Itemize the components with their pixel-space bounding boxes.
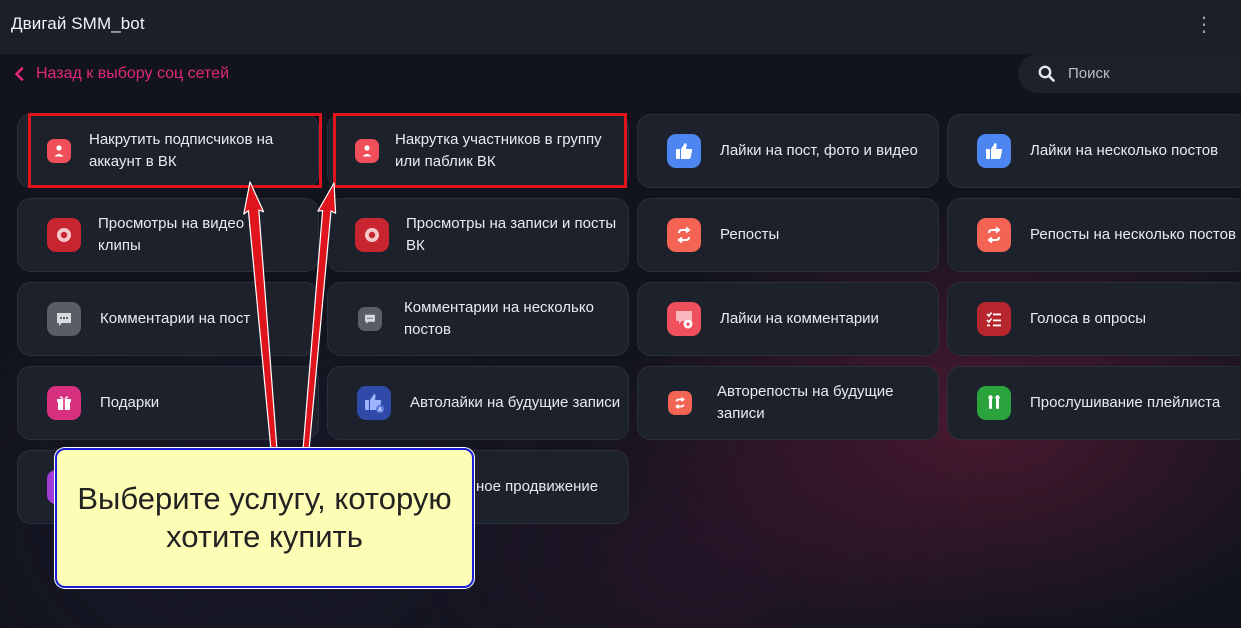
service-label: Комментарии на пост: [100, 310, 251, 327]
service-label: Автолайки на будущие записи: [410, 394, 621, 411]
poll-icon: [977, 302, 1011, 336]
service-label: Комментарии на несколько: [404, 299, 594, 316]
back-link[interactable]: Назад к выбору соц сетей: [14, 62, 229, 86]
chevron-left-icon: [14, 66, 28, 82]
service-label-line2: записи: [717, 405, 765, 422]
instruction-callout: Выберите услугу, которую хотите купить: [55, 448, 474, 588]
service-label: Лайки на пост, фото и видео: [720, 142, 918, 159]
eye-icon: [355, 218, 389, 252]
service-card-auto-reposts[interactable]: Авторепосты на будущие записи: [637, 366, 939, 440]
user-icon: [47, 139, 71, 163]
callout-text: Выберите услугу, которую хотите купить: [77, 481, 452, 554]
service-card-gifts[interactable]: Подарки: [17, 366, 319, 440]
search-input[interactable]: [1068, 65, 1218, 82]
auto-like-icon: A: [357, 386, 391, 420]
service-card-playlist-listens[interactable]: Прослушивание плейлиста: [947, 366, 1241, 440]
comment-icon: [358, 307, 382, 331]
service-label-line2: клипы: [98, 237, 141, 254]
service-label: Репосты на несколько постов: [1030, 226, 1236, 243]
comment-like-icon: [667, 302, 701, 336]
more-vertical-icon[interactable]: ⋮: [1192, 12, 1216, 38]
service-label-line2: постов: [404, 321, 451, 338]
eye-icon: [47, 218, 81, 252]
service-label: Голоса в опросы: [1030, 310, 1146, 327]
service-label-line2: ВК: [406, 237, 425, 254]
service-label: Накрутка участников в группу: [395, 131, 602, 148]
headphones-icon: [977, 386, 1011, 420]
service-label: Лайки на несколько постов: [1030, 142, 1219, 159]
service-label: Накрутить подписчиков на: [89, 131, 274, 148]
service-label: Подарки: [100, 394, 160, 411]
service-card-video-views[interactable]: Просмотры на видео и клипы: [17, 198, 319, 272]
back-link-label: Назад к выбору соц сетей: [36, 65, 229, 82]
repost-icon: [667, 218, 701, 252]
search-box[interactable]: [1018, 54, 1241, 93]
search-icon: [1038, 65, 1056, 83]
service-label: Репосты: [720, 226, 780, 243]
top-bar: Двигай SMM_bot ⋮: [0, 0, 1241, 54]
service-label: Прослушивание плейлиста: [1030, 394, 1221, 411]
service-label: Лайки на комментарии: [720, 310, 879, 327]
auto-repost-icon: [668, 391, 692, 415]
service-card-poll-votes[interactable]: Голоса в опросы: [947, 282, 1241, 356]
service-card-reposts[interactable]: Репосты: [637, 198, 939, 272]
service-label: Авторепосты на будущие: [717, 383, 894, 400]
service-label: ное продвижение: [476, 478, 599, 495]
service-card-likes-post[interactable]: Лайки на пост, фото и видео: [637, 114, 939, 188]
service-label-line2: или паблик ВК: [395, 153, 496, 170]
service-card-post-views[interactable]: Просмотры на записи и посты ВК: [327, 198, 629, 272]
comment-icon: [47, 302, 81, 336]
thumbs-up-icon: [977, 134, 1011, 168]
service-card-vk-group-members[interactable]: Накрутка участников в группу или паблик В…: [327, 114, 629, 188]
service-card-comments[interactable]: Комментарии на пост: [17, 282, 319, 356]
service-card-vk-subscribers[interactable]: Накрутить подписчиков на аккаунт в ВК: [17, 114, 319, 188]
service-card-reposts-multiple[interactable]: Репосты на несколько постов: [947, 198, 1241, 272]
service-label: Просмотры на видео и: [98, 215, 257, 232]
service-card-auto-likes[interactable]: A Автолайки на будущие записи: [327, 366, 629, 440]
service-card-likes-multiple[interactable]: Лайки на несколько постов: [947, 114, 1241, 188]
service-label-line2: аккаунт в ВК: [89, 153, 177, 170]
gift-icon: [47, 386, 81, 420]
user-icon: [355, 139, 379, 163]
app-title: Двигай SMM_bot: [11, 14, 145, 33]
service-card-comment-likes[interactable]: Лайки на комментарии: [637, 282, 939, 356]
thumbs-up-icon: [667, 134, 701, 168]
service-card-comments-multiple[interactable]: Комментарии на несколько постов: [327, 282, 629, 356]
repost-icon: [977, 218, 1011, 252]
service-label: Просмотры на записи и посты: [406, 215, 617, 232]
